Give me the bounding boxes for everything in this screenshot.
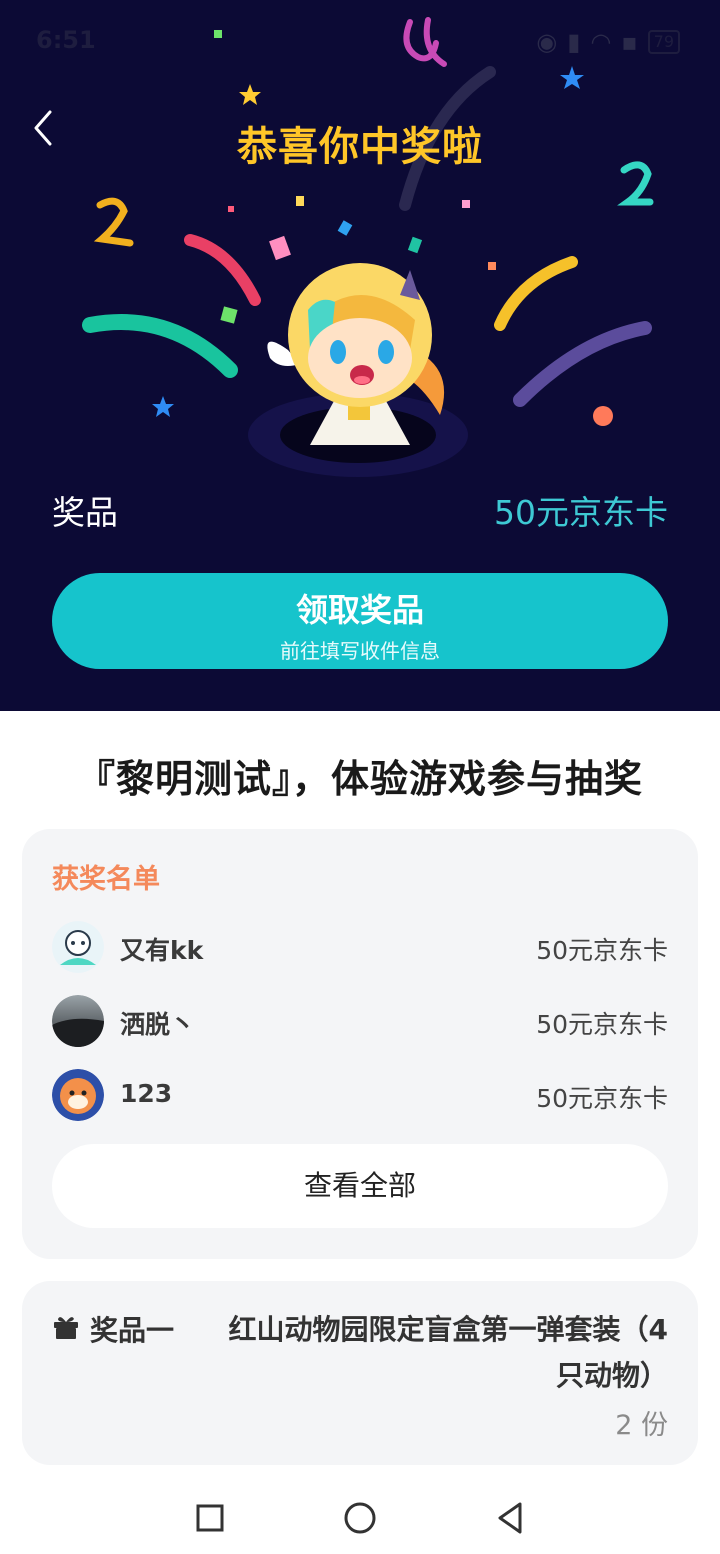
avatar: [52, 921, 104, 973]
winner-name: 又有kk: [120, 936, 204, 965]
eye-icon: ◉: [536, 28, 558, 56]
gift-icon: [54, 1317, 78, 1339]
avatar: [52, 995, 104, 1047]
prize-item-card: 奖品一 红山动物园限定盲盒第一弹套装（4只动物） 2 份: [22, 1281, 698, 1465]
nav-recents-icon: [196, 1504, 224, 1532]
winner-prize: 50元京东卡: [536, 1084, 668, 1113]
nav-home-icon: [344, 1502, 376, 1534]
claim-button-subtitle: 前往填写收件信息: [280, 639, 440, 663]
prize-name: 红山动物园限定盲盒第一弹套装（4只动物）: [228, 1313, 668, 1392]
nav-recents-button[interactable]: [188, 1496, 232, 1540]
winner-row: 洒脱丶 50元京东卡: [52, 995, 668, 1049]
prize-row: 奖品 50元京东卡: [52, 486, 668, 532]
nav-back-button[interactable]: [488, 1496, 532, 1540]
winner-row: 又有kk 50元京东卡: [52, 921, 668, 975]
nav-back-icon: [498, 1502, 522, 1534]
winner-prize: 50元京东卡: [536, 936, 668, 965]
claim-prize-button[interactable]: 领取奖品 前往填写收件信息: [52, 573, 668, 669]
winner-row: 123 50元京东卡: [52, 1069, 668, 1123]
winner-name: 洒脱丶: [120, 1010, 196, 1039]
view-all-button[interactable]: 查看全部: [52, 1144, 668, 1228]
prize-label: 奖品: [52, 493, 118, 532]
hero-section: 6:51 ◉ ▮ ◠ ▪ 79 恭喜你中奖啦 奖品 50元京东卡 领取奖品 前往…: [0, 0, 720, 711]
prize-value: 50元京东卡: [494, 493, 668, 532]
sim-icon: ▪: [621, 28, 638, 56]
page-title: 恭喜你中奖啦: [237, 124, 483, 170]
prize-quantity: 2 份: [615, 1410, 668, 1441]
winners-card: 获奖名单 又有kk 50元京东卡 洒脱丶 50元京东卡 123 50元京东卡 查…: [22, 829, 698, 1259]
winners-heading: 获奖名单: [52, 864, 160, 895]
claim-button-title: 领取奖品: [295, 591, 424, 629]
avatar: [52, 1069, 104, 1121]
wifi-icon: ◠: [590, 28, 612, 56]
status-bar: 6:51 ◉ ▮ ◠ ▪ 79: [0, 22, 720, 62]
status-time: 6:51: [36, 26, 96, 54]
event-title: 『黎明测试』，体验游戏参与抽奖: [76, 757, 643, 801]
prize-index-label: 奖品一: [90, 1314, 175, 1347]
mascot-illustration: [248, 263, 468, 477]
winner-prize: 50元京东卡: [536, 1010, 668, 1039]
signal-icon: ▮: [567, 28, 581, 56]
winner-name: 123: [120, 1079, 173, 1108]
nav-home-button[interactable]: [338, 1496, 382, 1540]
system-nav-bar: [0, 1480, 720, 1554]
battery-icon: 79: [647, 30, 680, 54]
status-icons: ◉ ▮ ◠ ▪ 79: [536, 28, 680, 56]
